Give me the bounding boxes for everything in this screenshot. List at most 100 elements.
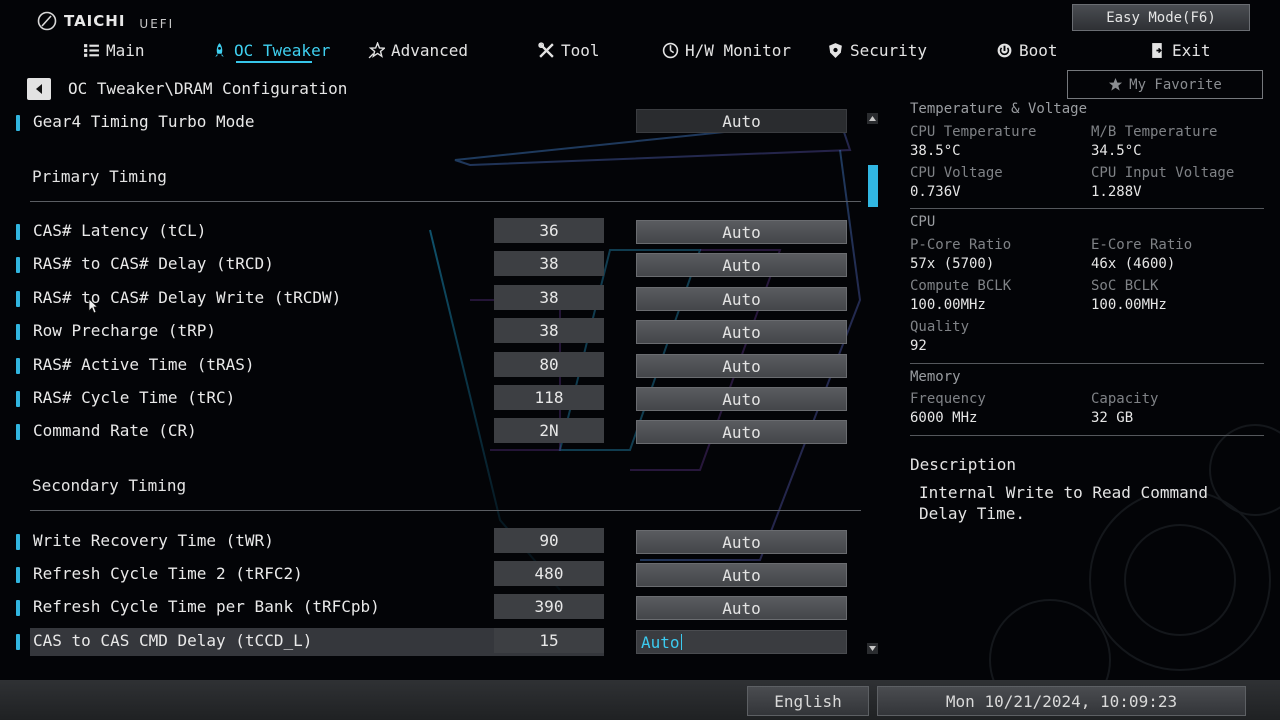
exit-icon [1152,42,1162,58]
tab-hw-monitor[interactable]: H/W Monitor [662,37,791,63]
section-primary-timing: Primary Timing [32,167,167,186]
tab-tool-label: Tool [561,40,600,60]
setting-row-trc[interactable]: RAS# Cycle Time (tRC) 118 Auto [0,385,860,413]
setting-option[interactable]: Auto [636,109,847,133]
description-title: Description [910,455,1016,474]
row-marker [16,534,20,550]
tab-main[interactable]: Main [83,37,145,63]
setting-current-value: 118 [494,385,604,410]
cpu-voltage-label: CPU Voltage [910,165,1003,181]
setting-option[interactable]: Auto [636,287,847,311]
setting-current-value: 90 [494,528,604,553]
memory-capacity-label: Capacity [1091,391,1159,407]
tab-main-label: Main [106,40,145,60]
tab-oc-tweaker-label: OC Tweaker [234,40,331,60]
brand-name: TAICHI [64,12,126,30]
description-text: Internal Write to Read Command Delay Tim… [919,483,1208,523]
memory-capacity-value: 32 GB [1091,410,1134,426]
setting-row-trcd[interactable]: RAS# to CAS# Delay (tRCD) 38 Auto [0,251,860,279]
setting-option[interactable]: Auto [636,354,847,378]
setting-current-value: 2N [494,418,604,443]
scroll-down-button[interactable] [867,643,878,654]
monitor-divider [910,435,1264,436]
arrow-down-icon [869,646,876,651]
easy-mode-button[interactable]: Easy Mode(F6) [1072,4,1250,31]
text-cursor [680,634,682,650]
setting-label: Command Rate (CR) [33,421,197,440]
setting-current-value: 15 [494,628,604,653]
my-favorite-button[interactable]: My Favorite [1067,70,1263,99]
setting-label: RAS# to CAS# Delay (tRCD) [33,254,274,273]
taichi-logo-icon [37,11,57,31]
back-arrow-icon [36,84,42,94]
section-divider [30,201,861,202]
setting-option[interactable]: Auto [636,253,847,277]
setting-label: Write Recovery Time (tWR) [33,531,274,550]
tab-advanced-label: Advanced [391,40,469,60]
power-icon [997,43,1012,57]
setting-option[interactable]: Auto [636,320,847,344]
e-core-ratio-value: 46x (4600) [1091,256,1176,272]
tab-oc-tweaker[interactable]: OC Tweaker [211,37,330,63]
compute-bclk-value: 100.00MHz [910,297,986,313]
scroll-up-button[interactable] [867,113,878,124]
shield-icon [829,42,842,58]
monitor-divider [910,208,1264,209]
quality-value: 92 [910,338,927,354]
setting-current-value: 80 [494,352,604,377]
mb-temperature-label: M/B Temperature [1091,124,1218,140]
brand-logo: TAICHI UEFI [36,10,174,32]
star-icon [1109,77,1123,91]
setting-option[interactable]: Auto [636,563,847,587]
tab-exit-label: Exit [1172,40,1211,60]
monitor-icon [662,42,679,58]
tab-security[interactable]: Security [827,37,927,63]
row-marker [16,324,20,340]
setting-label: Refresh Cycle Time per Bank (tRFCpb) [33,597,380,616]
row-marker [16,567,20,583]
setting-row-trfc2[interactable]: Refresh Cycle Time 2 (tRFC2) 480 Auto [0,561,860,589]
active-tab-indicator [236,61,312,63]
scrollbar-thumb[interactable] [868,165,878,207]
cpu-voltage-value: 0.736V [910,184,961,200]
compute-bclk-label: Compute BCLK [910,278,1012,294]
section-divider [30,510,861,511]
row-marker [16,358,20,374]
setting-current-value: 38 [494,251,604,276]
setting-label: CAS to CAS CMD Delay (tCCD_L) [33,631,313,650]
setting-row-tras[interactable]: RAS# Active Time (tRAS) 80 Auto [0,352,860,380]
setting-row-trcdw[interactable]: RAS# to CAS# Delay Write (tRCDW) 38 Auto [0,285,860,313]
tab-exit[interactable]: Exit [1149,37,1211,63]
tab-tool[interactable]: Tool [538,37,600,63]
setting-row-trp[interactable]: Row Precharge (tRP) 38 Auto [0,318,860,346]
language-button[interactable]: English [747,686,869,716]
memory-frequency-value: 6000 MHz [910,410,978,426]
setting-option[interactable]: Auto [636,596,847,620]
setting-label: RAS# Cycle Time (tRC) [33,388,236,407]
setting-option[interactable]: Auto [636,220,847,244]
e-core-ratio-label: E-Core Ratio [1091,237,1193,253]
setting-option[interactable]: Auto [636,530,847,554]
setting-row-gear4[interactable]: Gear4 Timing Turbo Mode Auto [0,109,860,137]
tab-boot[interactable]: Boot [996,37,1058,63]
monitor-title-temp-voltage: Temperature & Voltage [910,101,1088,117]
tab-security-label: Security [850,40,928,60]
setting-option-input[interactable]: Auto [636,630,847,654]
setting-row-twr[interactable]: Write Recovery Time (tWR) 90 Auto [0,528,860,556]
setting-row-tccd-l-selected[interactable]: CAS to CAS CMD Delay (tCCD_L) 15 [30,628,604,656]
my-favorite-label: My Favorite [1129,76,1222,93]
p-core-ratio-label: P-Core Ratio [910,237,1012,253]
monitor-title-cpu: CPU [910,214,936,230]
setting-row-trfcpb[interactable]: Refresh Cycle Time per Bank (tRFCpb) 390… [0,594,860,622]
tools-icon [538,41,554,58]
cpu-input-voltage-value: 1.288V [1091,184,1142,200]
setting-current-value: 38 [494,318,604,343]
setting-option[interactable]: Auto [636,420,847,444]
setting-row-cr[interactable]: Command Rate (CR) 2N Auto [0,418,860,446]
setting-option[interactable]: Auto [636,387,847,411]
back-button[interactable] [27,78,51,100]
tab-advanced[interactable]: Advanced [368,37,468,63]
setting-row-tcl[interactable]: CAS# Latency (tCL) 36 Auto [0,218,860,246]
cpu-input-voltage-label: CPU Input Voltage [1091,165,1235,181]
soc-bclk-label: SoC BCLK [1091,278,1159,294]
